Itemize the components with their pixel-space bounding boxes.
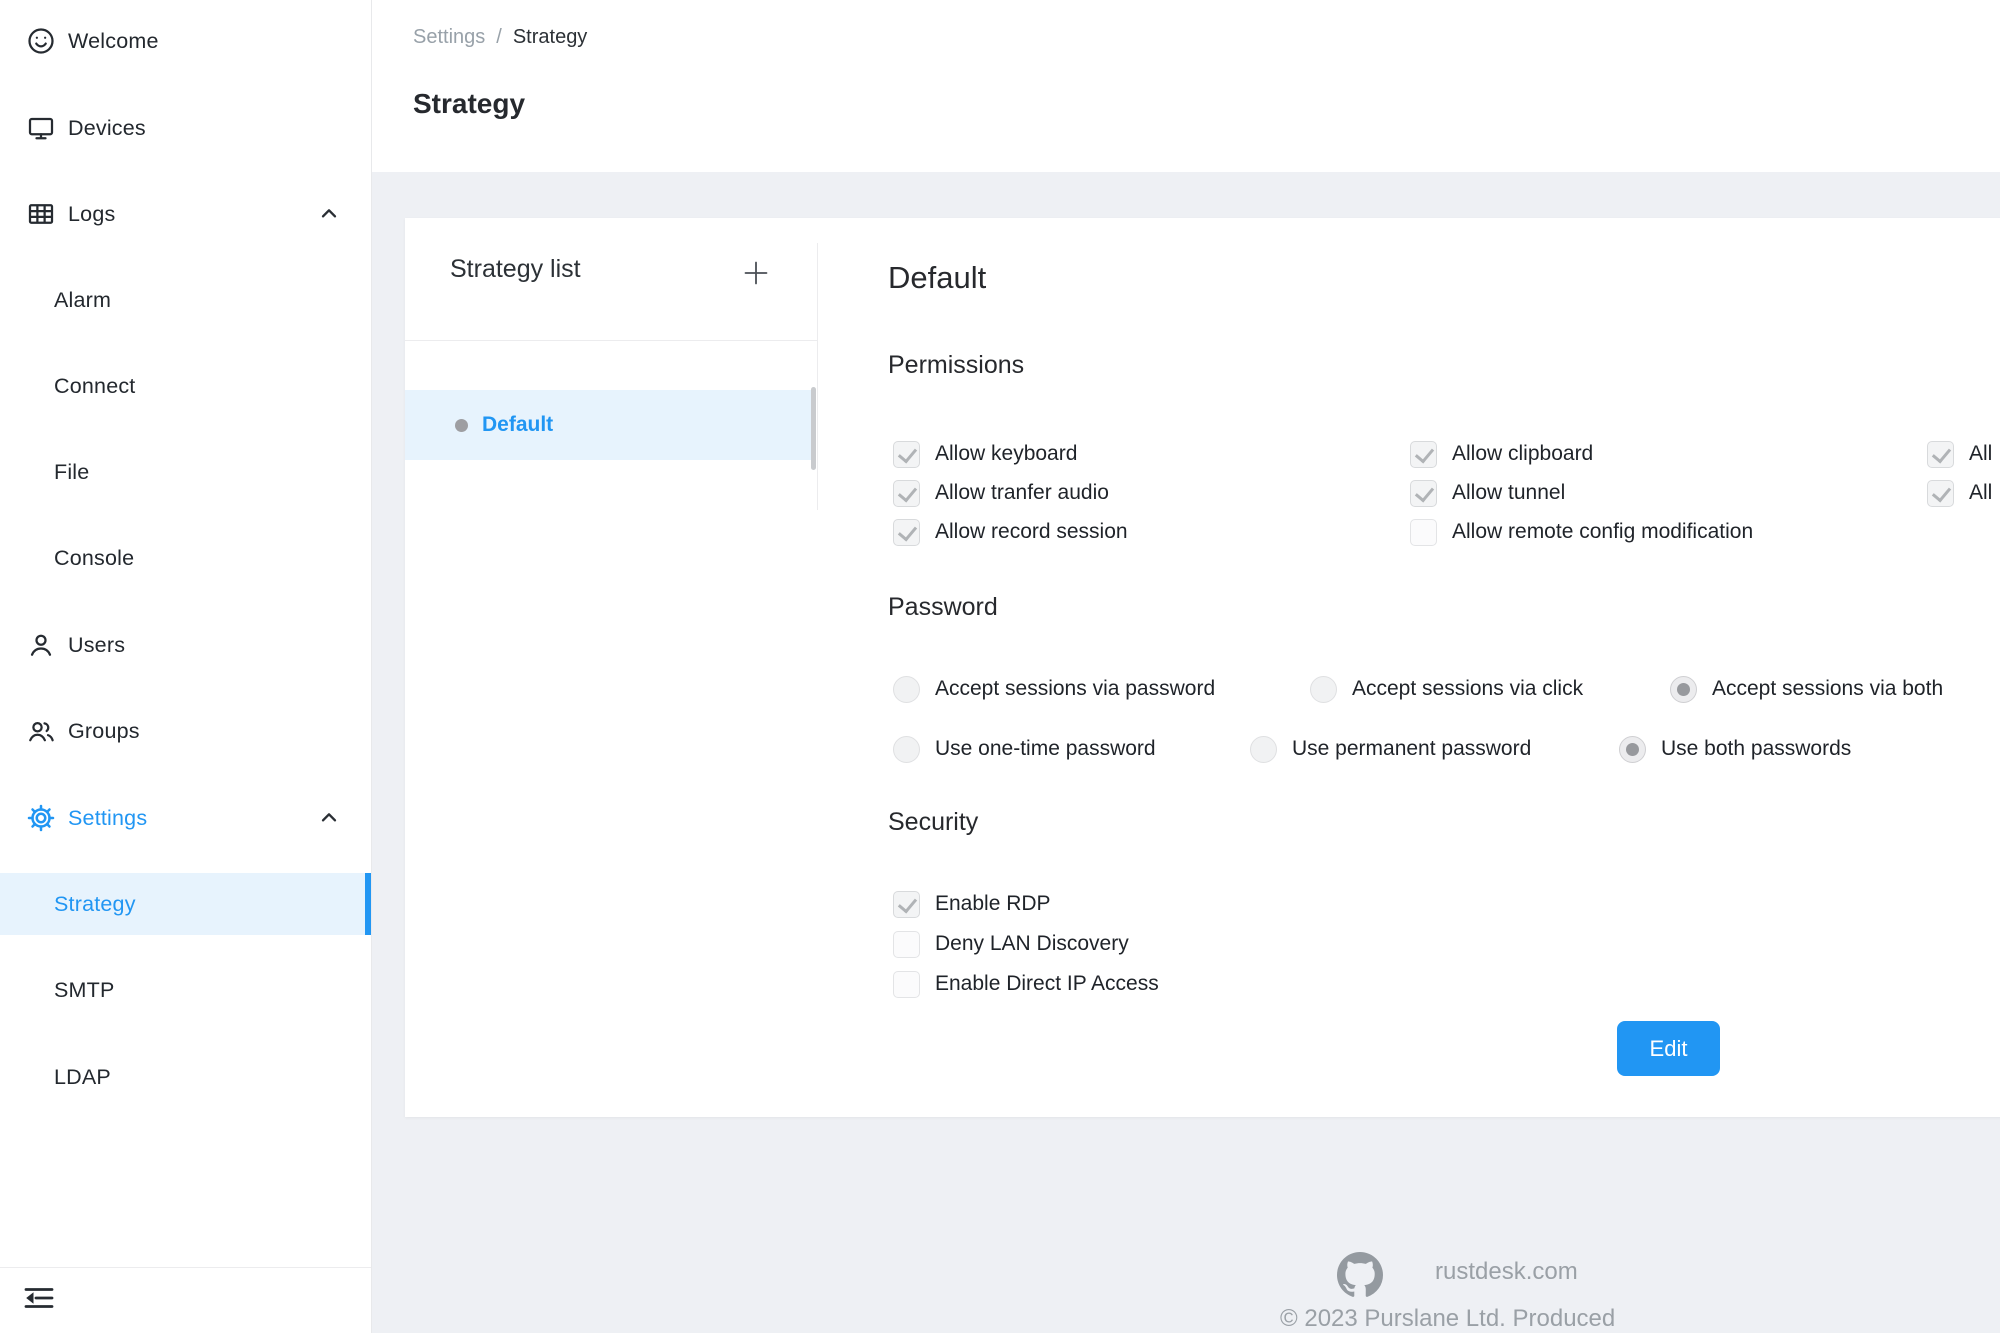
checkbox-icon[interactable]: [893, 480, 920, 507]
sidebar-item-strategy[interactable]: Strategy: [0, 873, 371, 935]
sidebar-item-settings[interactable]: Settings: [0, 787, 371, 849]
sidebar-item-connect[interactable]: Connect: [0, 355, 371, 417]
checkbox-allow-transfer-audio[interactable]: Allow tranfer audio: [893, 480, 1410, 507]
security-heading: Security: [888, 808, 978, 837]
sidebar-item-ldap[interactable]: LDAP: [0, 1046, 371, 1108]
radio-accept-sessions-via-click[interactable]: Accept sessions via click: [1310, 675, 1583, 703]
checkbox-allow-clipboard[interactable]: Allow clipboard: [1410, 441, 1927, 468]
sidebar-item-label: Groups: [68, 719, 140, 744]
users-icon: [26, 716, 56, 746]
strategy-detail-title: Default: [888, 260, 986, 296]
copyright-text: © 2023 Purslane Ltd. Produced: [1280, 1305, 1615, 1333]
checkbox-icon[interactable]: [893, 519, 920, 546]
radio-icon[interactable]: [1250, 736, 1277, 763]
checkbox-enable-direct-ip-access[interactable]: Enable Direct IP Access: [893, 970, 1159, 998]
checkbox-allow-cutoff-2[interactable]: All: [1927, 480, 2000, 507]
sidebar-item-label: Connect: [54, 374, 135, 399]
sidebar-item-welcome[interactable]: Welcome: [0, 10, 371, 72]
page-header: Settings / Strategy Strategy: [372, 0, 2000, 172]
permissions-row: Allow keyboard Allow clipboard All: [893, 440, 2000, 468]
permissions-row: Allow tranfer audio Allow tunnel All: [893, 479, 2000, 507]
sidebar-footer-divider: [0, 1267, 371, 1268]
chevron-up-icon[interactable]: [318, 203, 340, 225]
sidebar-item-devices[interactable]: Devices: [0, 97, 371, 159]
checkbox-icon[interactable]: [1927, 441, 1954, 468]
breadcrumb-separator: /: [496, 26, 502, 49]
checkbox-icon[interactable]: [1410, 519, 1437, 546]
sidebar-item-alarm[interactable]: Alarm: [0, 269, 371, 331]
radio-icon[interactable]: [893, 676, 920, 703]
sidebar-item-file[interactable]: File: [0, 441, 371, 503]
sidebar-item-logs[interactable]: Logs: [0, 183, 371, 245]
radio-icon[interactable]: [1670, 676, 1697, 703]
sidebar-item-label: LDAP: [54, 1065, 111, 1090]
permissions-row: Allow record session Allow remote config…: [893, 518, 1927, 546]
sidebar-item-label: Alarm: [54, 288, 111, 313]
sidebar-item-label: Users: [68, 633, 125, 658]
smiley-icon: [26, 26, 56, 56]
strategy-list-title: Strategy list: [450, 255, 581, 284]
user-icon: [26, 630, 56, 660]
permissions-heading: Permissions: [888, 351, 1024, 380]
table-icon: [26, 199, 56, 229]
radio-use-permanent-password[interactable]: Use permanent password: [1250, 735, 1531, 763]
sidebar-item-smtp[interactable]: SMTP: [0, 959, 371, 1021]
strategy-card: Strategy list Default Default Permission…: [405, 218, 2000, 1117]
sidebar-item-console[interactable]: Console: [0, 527, 371, 589]
radio-accept-sessions-via-password[interactable]: Accept sessions via password: [893, 675, 1215, 703]
radio-use-both-passwords[interactable]: Use both passwords: [1619, 735, 1851, 763]
radio-icon[interactable]: [1310, 676, 1337, 703]
checkbox-deny-lan-discovery[interactable]: Deny LAN Discovery: [893, 930, 1129, 958]
status-dot-icon: [455, 419, 468, 432]
chevron-up-icon[interactable]: [318, 807, 340, 829]
edit-button[interactable]: Edit: [1617, 1021, 1720, 1076]
checkbox-icon[interactable]: [1410, 480, 1437, 507]
sidebar: Welcome Devices Logs: [0, 0, 372, 1333]
sidebar-item-label: File: [54, 460, 89, 485]
list-item-label: Default: [482, 413, 553, 437]
checkbox-icon[interactable]: [1410, 441, 1437, 468]
checkbox-icon[interactable]: [893, 971, 920, 998]
checkbox-enable-rdp[interactable]: Enable RDP: [893, 890, 1051, 918]
page-title: Strategy: [413, 88, 525, 120]
sidebar-item-label: Devices: [68, 116, 146, 141]
list-item-default[interactable]: Default: [405, 390, 812, 460]
breadcrumb: Settings / Strategy: [413, 26, 587, 49]
sidebar-item-label: SMTP: [54, 978, 115, 1003]
monitor-icon: [26, 113, 56, 143]
sidebar-item-label: Welcome: [68, 29, 159, 54]
checkbox-icon[interactable]: [893, 931, 920, 958]
sidebar-item-label: Logs: [68, 202, 115, 227]
sidebar-item-groups[interactable]: Groups: [0, 700, 371, 762]
breadcrumb-settings[interactable]: Settings: [413, 26, 485, 49]
radio-icon[interactable]: [893, 736, 920, 763]
gear-icon: [26, 803, 56, 833]
checkbox-icon[interactable]: [893, 891, 920, 918]
checkbox-allow-record-session[interactable]: Allow record session: [893, 519, 1410, 546]
sidebar-item-label: Console: [54, 546, 134, 571]
password-heading: Password: [888, 593, 998, 622]
plus-icon[interactable]: [741, 258, 771, 288]
checkbox-allow-keyboard[interactable]: Allow keyboard: [893, 441, 1410, 468]
checkbox-icon[interactable]: [1927, 480, 1954, 507]
app-window: Welcome Devices Logs: [0, 0, 2000, 1333]
radio-use-one-time-password[interactable]: Use one-time password: [893, 735, 1156, 763]
list-header-divider: [405, 340, 817, 341]
list-column-divider: [817, 243, 818, 510]
checkbox-icon[interactable]: [893, 441, 920, 468]
github-icon[interactable]: [1337, 1252, 1383, 1298]
checkbox-allow-cutoff-1[interactable]: All: [1927, 441, 2000, 468]
sidebar-item-users[interactable]: Users: [0, 614, 371, 676]
rustdesk-link[interactable]: rustdesk.com: [1435, 1258, 1578, 1286]
radio-accept-sessions-via-both[interactable]: Accept sessions via both: [1670, 675, 1943, 703]
list-scrollbar[interactable]: [811, 387, 816, 470]
breadcrumb-strategy: Strategy: [513, 26, 587, 49]
sidebar-item-label: Settings: [68, 806, 147, 831]
sidebar-item-label: Strategy: [54, 892, 136, 917]
checkbox-allow-tunnel[interactable]: Allow tunnel: [1410, 480, 1927, 507]
collapse-sidebar-icon[interactable]: [22, 1281, 58, 1317]
checkbox-allow-remote-config-modification[interactable]: Allow remote config modification: [1410, 519, 1927, 546]
radio-icon[interactable]: [1619, 736, 1646, 763]
